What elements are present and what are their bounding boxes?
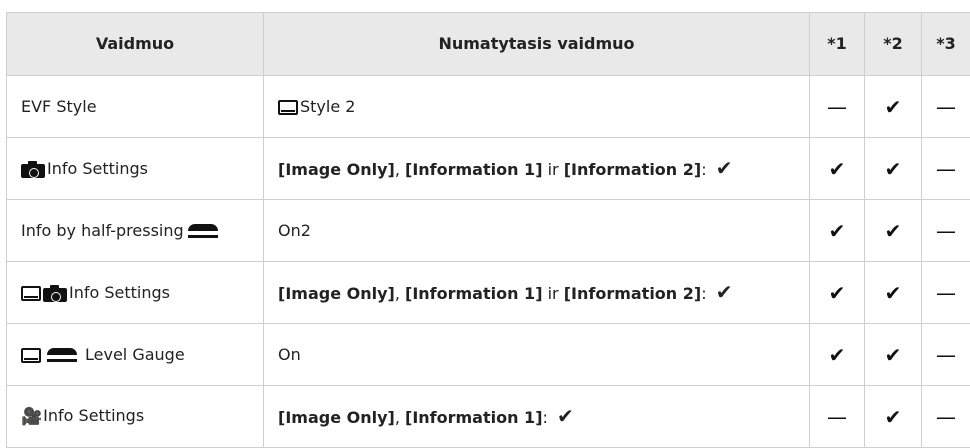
mark-cell-1: ✔ <box>810 262 865 324</box>
row-label: Info Settings <box>7 138 264 200</box>
header-role: Vaidmuo <box>7 13 264 76</box>
row-value: [Image Only], [Information 1]: ✔ <box>264 386 810 448</box>
mark-cell-3: — <box>922 76 970 138</box>
table-row: Level Gauge On ✔ ✔ — <box>7 324 970 386</box>
mark-cell-2: ✔ <box>865 76 922 138</box>
mark-cell-2: ✔ <box>865 262 922 324</box>
row-value: [Image Only], [Information 1] ir [Inform… <box>264 262 810 324</box>
mark-cell-3: — <box>922 324 970 386</box>
checkmark-icon: ✔ <box>716 280 733 304</box>
row-value: On <box>264 324 810 386</box>
value-segment: [Image Only] <box>278 408 395 427</box>
shutter-half-press-icon <box>188 224 218 238</box>
row-value: [Image Only], [Information 1] ir [Inform… <box>264 138 810 200</box>
row-label: Info Settings <box>7 262 264 324</box>
checkmark-icon: ✔ <box>557 404 574 428</box>
value-segment: : <box>701 284 711 303</box>
mark-cell-3: — <box>922 200 970 262</box>
value-segment: [Information 2] <box>564 160 702 179</box>
monitor-icon <box>21 348 41 363</box>
shutter-half-press-icon <box>47 348 77 362</box>
value-segment: [Image Only] <box>278 284 395 303</box>
header-row: Vaidmuo Numatytasis vaidmuo *1 *2 *3 <box>7 13 970 76</box>
row-label-text: Info Settings <box>47 159 148 178</box>
header-note-2: *2 <box>865 13 922 76</box>
value-segment: [Image Only] <box>278 160 395 179</box>
row-label: 🎥Info Settings <box>7 386 264 448</box>
mark-cell-3: — <box>922 138 970 200</box>
table-row: Info by half-pressing On2 ✔ ✔ — <box>7 200 970 262</box>
value-segment: ir <box>543 284 564 303</box>
value-segment: [Information 1] <box>405 160 543 179</box>
table-row: Info Settings [Image Only], [Information… <box>7 262 970 324</box>
value-segment: : <box>543 408 553 427</box>
mark-cell-2: ✔ <box>865 324 922 386</box>
mark-cell-2: ✔ <box>865 138 922 200</box>
mark-cell-3: — <box>922 386 970 448</box>
monitor-icon <box>21 286 41 301</box>
value-segment: [Information 2] <box>564 284 702 303</box>
mark-cell-1: ✔ <box>810 200 865 262</box>
mark-cell-1: ✔ <box>810 324 865 386</box>
row-label: Info by half-pressing <box>7 200 264 262</box>
mark-cell-2: ✔ <box>865 200 922 262</box>
row-label: EVF Style <box>7 76 264 138</box>
settings-table: Vaidmuo Numatytasis vaidmuo *1 *2 *3 EVF… <box>6 12 970 448</box>
row-value-text: On2 <box>278 221 311 240</box>
row-value: On2 <box>264 200 810 262</box>
row-value-text: Style 2 <box>300 97 355 116</box>
table-row: EVF Style Style 2 — ✔ — <box>7 76 970 138</box>
row-label-text: Info Settings <box>69 283 170 302</box>
header-default-role: Numatytasis vaidmuo <box>264 13 810 76</box>
movie-icon: 🎥 <box>21 407 42 427</box>
mark-cell-2: ✔ <box>865 386 922 448</box>
row-value: Style 2 <box>264 76 810 138</box>
table-row: 🎥Info Settings [Image Only], [Informatio… <box>7 386 970 448</box>
row-label-text: Info by half-pressing <box>21 221 184 240</box>
row-label-text: EVF Style <box>21 97 97 116</box>
mark-cell-1: — <box>810 386 865 448</box>
mark-cell-1: — <box>810 76 865 138</box>
value-segment: [Information 1] <box>405 284 543 303</box>
value-segment: , <box>395 408 405 427</box>
table-row: Info Settings [Image Only], [Information… <box>7 138 970 200</box>
value-segment: ir <box>543 160 564 179</box>
mark-cell-3: — <box>922 262 970 324</box>
header-note-3: *3 <box>922 13 970 76</box>
camera-icon <box>21 161 45 178</box>
header-note-1: *1 <box>810 13 865 76</box>
row-label-text: Level Gauge <box>85 345 185 364</box>
value-segment: , <box>395 160 405 179</box>
mark-cell-1: ✔ <box>810 138 865 200</box>
row-label-text: Info Settings <box>43 406 144 425</box>
monitor-icon <box>278 100 298 115</box>
value-segment: : <box>701 160 711 179</box>
camera-icon <box>43 285 67 302</box>
row-label: Level Gauge <box>7 324 264 386</box>
checkmark-icon: ✔ <box>716 156 733 180</box>
value-segment: , <box>395 284 405 303</box>
row-value-text: On <box>278 345 301 364</box>
value-segment: [Information 1] <box>405 408 543 427</box>
